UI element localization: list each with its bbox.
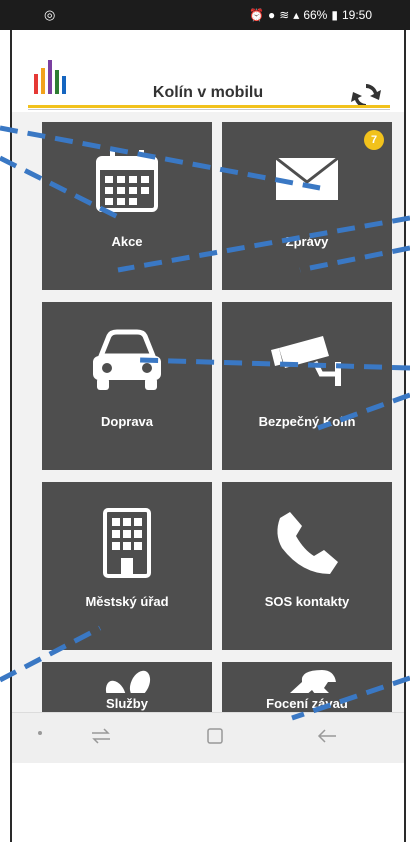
tile-akce[interactable]: Akce	[42, 122, 212, 290]
tile-label: Zprávy	[285, 234, 329, 249]
tile-label: Akce	[111, 234, 143, 249]
app-title: Kolín v mobilu	[152, 84, 264, 101]
clock: 19:50	[341, 8, 372, 22]
frame-right	[404, 30, 406, 842]
envelope-icon	[275, 156, 339, 200]
tile-label: Doprava	[100, 414, 154, 429]
status-bar: ◎ ⏰ ● ≋ ▴ 66% ▮ 19:50	[0, 0, 410, 30]
tile-label: Služby	[42, 693, 212, 712]
app-header: Kolín v mobilu	[12, 30, 404, 110]
tile-label: Focení závad	[222, 693, 392, 712]
back-icon[interactable]	[316, 727, 338, 745]
battery-icon: ▮	[331, 8, 338, 22]
phone-icon	[277, 512, 338, 574]
calendar-icon	[96, 150, 158, 212]
tile-zpravy[interactable]: 7 Zprávy	[222, 122, 392, 290]
wifi-icon: ≋	[279, 8, 290, 22]
unread-badge: 7	[364, 130, 384, 150]
security-camera-icon	[271, 336, 341, 386]
battery-percent: 66%	[303, 8, 328, 22]
tile-label: Městský úřad	[85, 594, 169, 609]
home-icon[interactable]	[206, 727, 224, 745]
building-icon	[103, 508, 151, 578]
menu-grid: Akce 7 Zprávy Doprava Bezpečný Kolín Měs…	[12, 112, 404, 712]
recent-apps-icon[interactable]	[90, 727, 112, 745]
tile-doprava[interactable]: Doprava	[42, 302, 212, 470]
tile-mestsky-urad[interactable]: Městský úřad	[42, 482, 212, 650]
header-accent-rule	[28, 105, 390, 108]
dot-icon	[38, 731, 42, 735]
tile-label: SOS kontakty	[264, 594, 350, 609]
location-icon: ●	[267, 8, 276, 22]
tile-sos-kontakty[interactable]: SOS kontakty	[222, 482, 392, 650]
tile-label: Bezpečný Kolín	[258, 414, 356, 429]
system-nav-bar	[12, 712, 404, 763]
car-icon	[93, 329, 161, 390]
notification-icon: ◎	[44, 7, 56, 22]
header-divider	[28, 109, 390, 110]
alarm-icon: ⏰	[249, 8, 264, 22]
signal-icon: ▴	[293, 8, 300, 22]
tile-bezpecny-kolin[interactable]: Bezpečný Kolín	[222, 302, 392, 470]
